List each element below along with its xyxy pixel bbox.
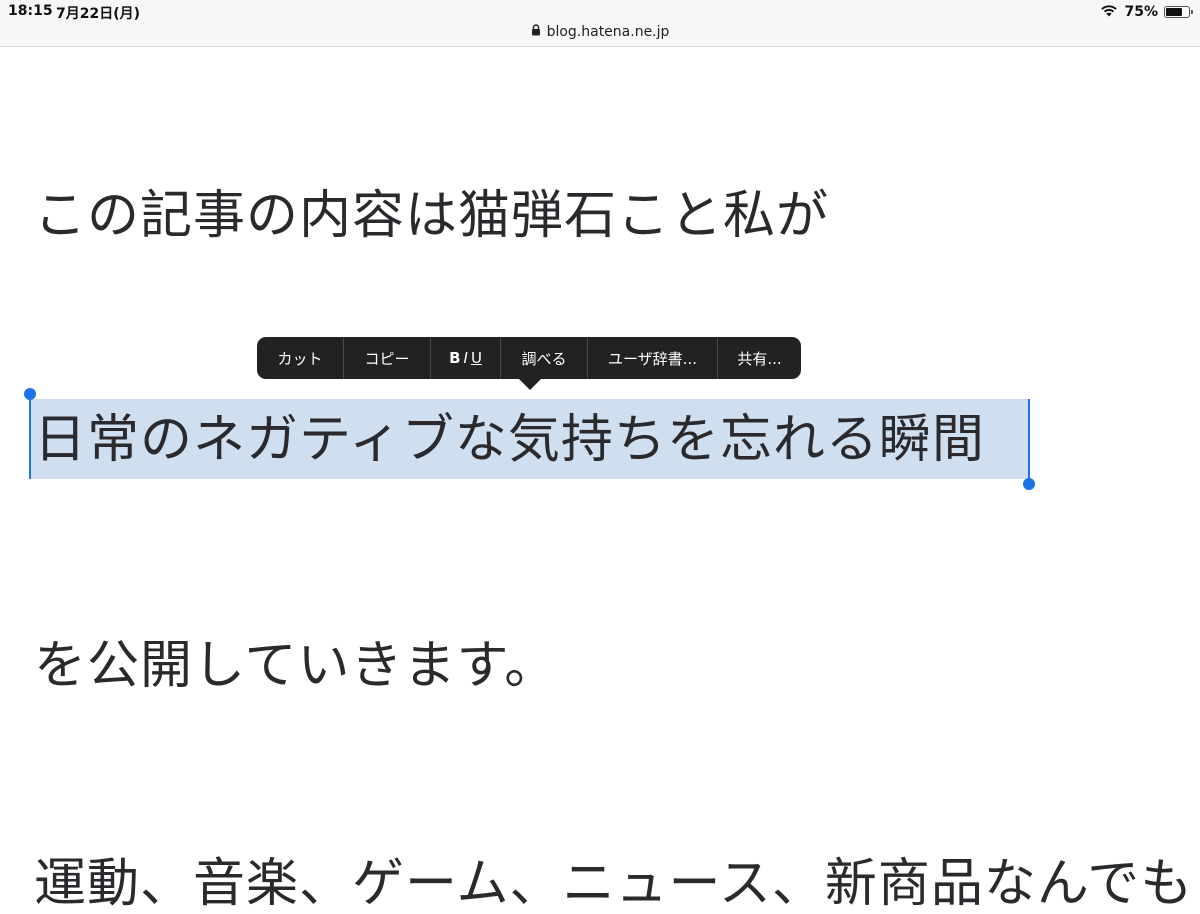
article-line-4: 運動、音楽、ゲーム、ニュース、新商品なんでも [34, 854, 1194, 914]
battery-level [1166, 8, 1182, 16]
status-date: 7月22日(月) [56, 6, 141, 22]
share-button[interactable]: 共有... [717, 337, 801, 379]
article-line-1: この記事の内容は猫弾石こと私が [34, 186, 830, 246]
selection-end-handle[interactable] [1023, 478, 1035, 490]
underline-label: U [470, 349, 482, 367]
article-line-3: を公開していきます。 [34, 636, 558, 696]
context-menu-pointer [519, 379, 541, 390]
format-biu-button[interactable]: BIU [430, 337, 500, 379]
selection-start-handle[interactable] [24, 388, 36, 400]
italic-label: I [463, 349, 468, 367]
bold-label: B [449, 349, 461, 367]
selection-end-caret [1028, 399, 1030, 479]
user-dictionary-button[interactable]: ユーザ辞書... [587, 337, 717, 379]
wifi-icon [1100, 4, 1118, 21]
browser-top-bar: 18:15 7月22日(月) 75% blog.hatena.ne.jp [0, 0, 1200, 47]
cut-button[interactable]: カット [257, 337, 343, 379]
url-bar[interactable]: blog.hatena.ne.jp [0, 22, 1200, 42]
copy-button[interactable]: コピー [343, 337, 430, 379]
edit-context-menu: カット コピー BIU 調べる ユーザ辞書... 共有... [257, 337, 801, 379]
battery-percent: 75% [1124, 4, 1158, 20]
article-line-2-selected[interactable]: 日常のネガティブな気持ちを忘れる瞬間 [34, 414, 985, 466]
status-time: 18:15 [8, 3, 53, 19]
selection-start-caret [29, 399, 31, 479]
battery-icon [1164, 6, 1193, 18]
url-text[interactable]: blog.hatena.ne.jp [547, 24, 670, 40]
status-right: 75% [1100, 3, 1193, 21]
lock-icon [531, 24, 541, 40]
lookup-button[interactable]: 調べる [500, 337, 587, 379]
